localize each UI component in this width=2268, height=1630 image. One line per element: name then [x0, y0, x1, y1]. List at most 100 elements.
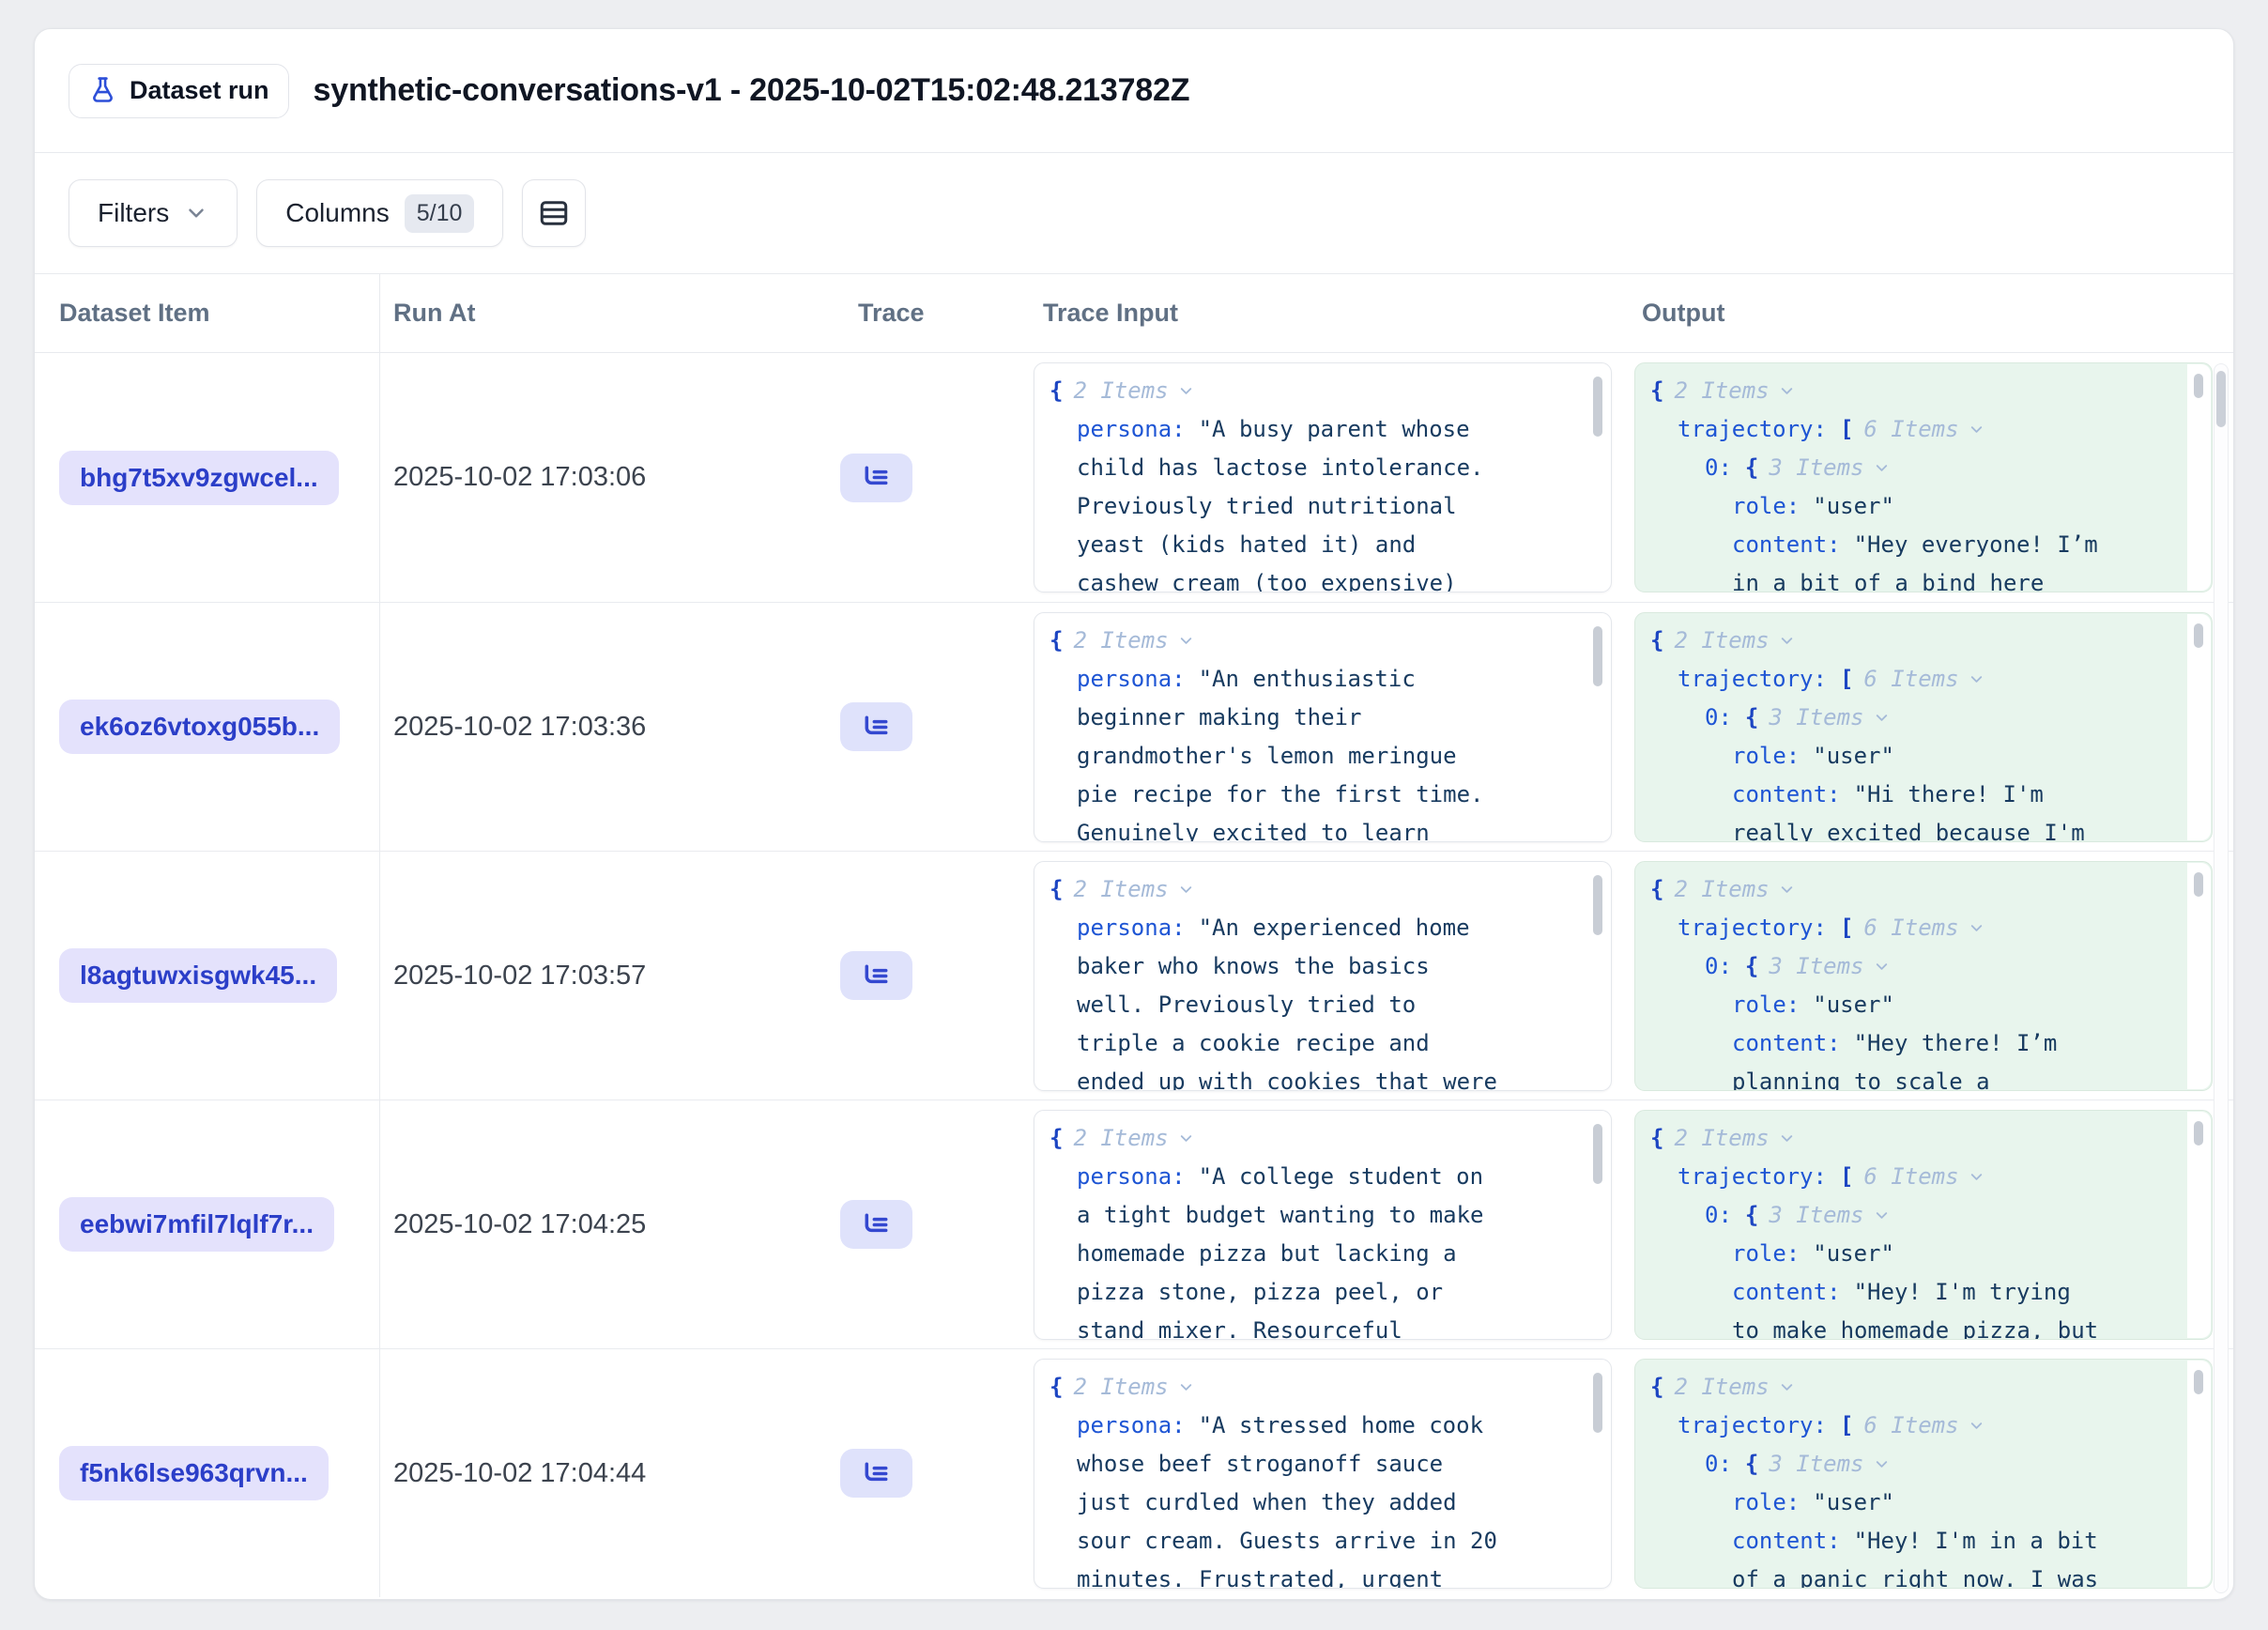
- run-at-cell: 2025-10-02 17:03:57: [380, 852, 836, 1099]
- column-header-run-at[interactable]: Run At: [380, 299, 836, 328]
- column-header-output[interactable]: Output: [1634, 299, 2233, 328]
- trace-cell: [836, 353, 1034, 602]
- table-row: f5nk6lse963qrvn... 2025-10-02 17:04:44 {…: [35, 1348, 2233, 1597]
- dataset-item-badge[interactable]: f5nk6lse963qrvn...: [59, 1446, 329, 1500]
- json-content: {2 Items trajectory:[6 Items 0:{3 Items …: [1635, 363, 2212, 592]
- rows-icon: [537, 196, 571, 230]
- dataset-run-badge-label: Dataset run: [130, 76, 269, 105]
- json-content: {2 Items persona:"An enthusiastic beginn…: [1034, 613, 1611, 842]
- json-scrollbar-thumb[interactable]: [2194, 872, 2203, 897]
- dataset-item-badge[interactable]: eebwi7mfil7lqlf7r...: [59, 1197, 334, 1252]
- columns-button[interactable]: Columns 5/10: [256, 179, 503, 247]
- run-at-cell: 2025-10-02 17:04:25: [380, 1100, 836, 1348]
- items-count-toggle[interactable]: 6 Items: [1863, 915, 1984, 941]
- dataset-run-badge[interactable]: Dataset run: [69, 64, 289, 118]
- json-scrollbar-thumb[interactable]: [2194, 1121, 2203, 1146]
- output-json-viewer[interactable]: {2 Items trajectory:[6 Items 0:{3 Items …: [1634, 1359, 2213, 1589]
- dataset-item-badge[interactable]: ek6oz6vtoxg055b...: [59, 700, 340, 754]
- items-count-toggle[interactable]: 3 Items: [1769, 1202, 1890, 1228]
- items-count-toggle[interactable]: 2 Items: [1674, 1374, 1795, 1400]
- json-scrollbar[interactable]: [2187, 1361, 2211, 1587]
- json-scrollbar-thumb[interactable]: [2194, 374, 2203, 398]
- trace-button[interactable]: [840, 702, 912, 751]
- items-count-toggle[interactable]: 3 Items: [1769, 454, 1890, 481]
- json-scrollbar-thumb[interactable]: [2194, 623, 2203, 648]
- trace-input-json-viewer[interactable]: {2 Items persona:"A busy parent whose ch…: [1034, 362, 1612, 592]
- json-scrollbar-thumb[interactable]: [1593, 626, 1602, 686]
- items-count-toggle[interactable]: 6 Items: [1863, 666, 1984, 692]
- chevron-down-icon: [1873, 958, 1891, 976]
- json-scrollbar-thumb[interactable]: [2194, 1370, 2203, 1394]
- items-count-toggle[interactable]: 2 Items: [1073, 1374, 1194, 1400]
- json-scrollbar[interactable]: [1586, 1112, 1610, 1338]
- filters-button[interactable]: Filters: [69, 179, 238, 247]
- items-count-toggle[interactable]: 3 Items: [1769, 704, 1890, 730]
- json-string-value: "user": [1813, 1489, 1894, 1515]
- json-string-value: "Hey there! I’m: [1854, 1030, 2058, 1056]
- open-bracket: [: [1840, 416, 1853, 442]
- chevron-down-icon: [1177, 382, 1195, 400]
- json-scrollbar[interactable]: [2187, 863, 2211, 1089]
- json-string-value: child has lactose intolerance.: [1077, 454, 1483, 481]
- trace-input-cell: {2 Items persona:"A stressed home cook w…: [1034, 1349, 1634, 1597]
- output-json-viewer[interactable]: {2 Items trajectory:[6 Items 0:{3 Items …: [1634, 362, 2213, 592]
- json-scrollbar-thumb[interactable]: [1593, 1373, 1602, 1433]
- open-brace: {: [1650, 876, 1663, 902]
- json-scrollbar-thumb[interactable]: [1593, 875, 1602, 935]
- items-count-toggle[interactable]: 6 Items: [1863, 416, 1984, 442]
- json-string-value: cashew cream (too expensive): [1077, 570, 1457, 592]
- json-scrollbar[interactable]: [1586, 1361, 1610, 1587]
- dataset-item-badge[interactable]: l8agtuwxisgwk45...: [59, 948, 337, 1003]
- trace-button[interactable]: [840, 1449, 912, 1498]
- output-json-viewer[interactable]: {2 Items trajectory:[6 Items 0:{3 Items …: [1634, 1110, 2213, 1340]
- json-scrollbar-thumb[interactable]: [1593, 377, 1602, 437]
- items-count-toggle[interactable]: 2 Items: [1674, 627, 1795, 654]
- items-count-toggle[interactable]: 2 Items: [1674, 876, 1795, 902]
- open-brace: {: [1745, 454, 1758, 481]
- table-scrollbar[interactable]: [2214, 363, 2229, 1593]
- items-count-toggle[interactable]: 6 Items: [1863, 1412, 1984, 1438]
- trace-button[interactable]: [840, 454, 912, 502]
- json-string-value: Previously tried nutritional: [1077, 493, 1457, 519]
- dataset-run-table: Dataset Item Run At Trace Trace Input Ou…: [35, 273, 2233, 1597]
- json-scrollbar[interactable]: [2187, 1112, 2211, 1338]
- trace-input-json-viewer[interactable]: {2 Items persona:"An enthusiastic beginn…: [1034, 612, 1612, 842]
- table-body: bhg7t5xv9zgwcel... 2025-10-02 17:03:06 {…: [35, 353, 2233, 1597]
- trace-input-json-viewer[interactable]: {2 Items persona:"A stressed home cook w…: [1034, 1359, 1612, 1589]
- column-header-trace[interactable]: Trace: [836, 299, 1034, 328]
- run-at-cell: 2025-10-02 17:03:06: [380, 353, 836, 602]
- json-scrollbar[interactable]: [2187, 364, 2211, 591]
- json-scrollbar[interactable]: [1586, 364, 1610, 591]
- column-header-trace-input[interactable]: Trace Input: [1034, 299, 1634, 328]
- items-count-toggle[interactable]: 2 Items: [1073, 1125, 1194, 1151]
- trace-input-json-viewer[interactable]: {2 Items persona:"A college student on a…: [1034, 1110, 1612, 1340]
- items-count-toggle[interactable]: 2 Items: [1073, 377, 1194, 404]
- run-at-cell: 2025-10-02 17:04:44: [380, 1349, 836, 1597]
- json-scrollbar[interactable]: [1586, 614, 1610, 840]
- trace-input-json-viewer[interactable]: {2 Items persona:"An experienced home ba…: [1034, 861, 1612, 1091]
- json-scrollbar[interactable]: [1586, 863, 1610, 1089]
- items-count-toggle[interactable]: 2 Items: [1073, 627, 1194, 654]
- trace-button[interactable]: [840, 1200, 912, 1249]
- json-key: role:: [1732, 493, 1800, 519]
- chevron-down-icon: [1873, 1455, 1891, 1473]
- json-scrollbar-thumb[interactable]: [1593, 1124, 1602, 1184]
- items-count-toggle[interactable]: 2 Items: [1674, 377, 1795, 404]
- items-count-toggle[interactable]: 3 Items: [1769, 953, 1890, 979]
- json-key: content:: [1732, 1030, 1841, 1056]
- table-scrollbar-thumb[interactable]: [2216, 371, 2226, 427]
- output-json-viewer[interactable]: {2 Items trajectory:[6 Items 0:{3 Items …: [1634, 612, 2213, 842]
- json-string-value: just curdled when they added: [1077, 1489, 1457, 1515]
- items-count-toggle[interactable]: 2 Items: [1674, 1125, 1795, 1151]
- chevron-down-icon: [1778, 1130, 1796, 1147]
- json-scrollbar[interactable]: [2187, 614, 2211, 840]
- dataset-item-badge[interactable]: bhg7t5xv9zgwcel...: [59, 451, 339, 505]
- items-count-toggle[interactable]: 2 Items: [1073, 876, 1194, 902]
- output-json-viewer[interactable]: {2 Items trajectory:[6 Items 0:{3 Items …: [1634, 861, 2213, 1091]
- items-count-toggle[interactable]: 6 Items: [1863, 1163, 1984, 1190]
- items-count-toggle[interactable]: 3 Items: [1769, 1451, 1890, 1477]
- open-brace: {: [1050, 627, 1063, 654]
- column-header-dataset-item[interactable]: Dataset Item: [35, 274, 380, 352]
- row-height-button[interactable]: [522, 179, 586, 247]
- trace-button[interactable]: [840, 951, 912, 1000]
